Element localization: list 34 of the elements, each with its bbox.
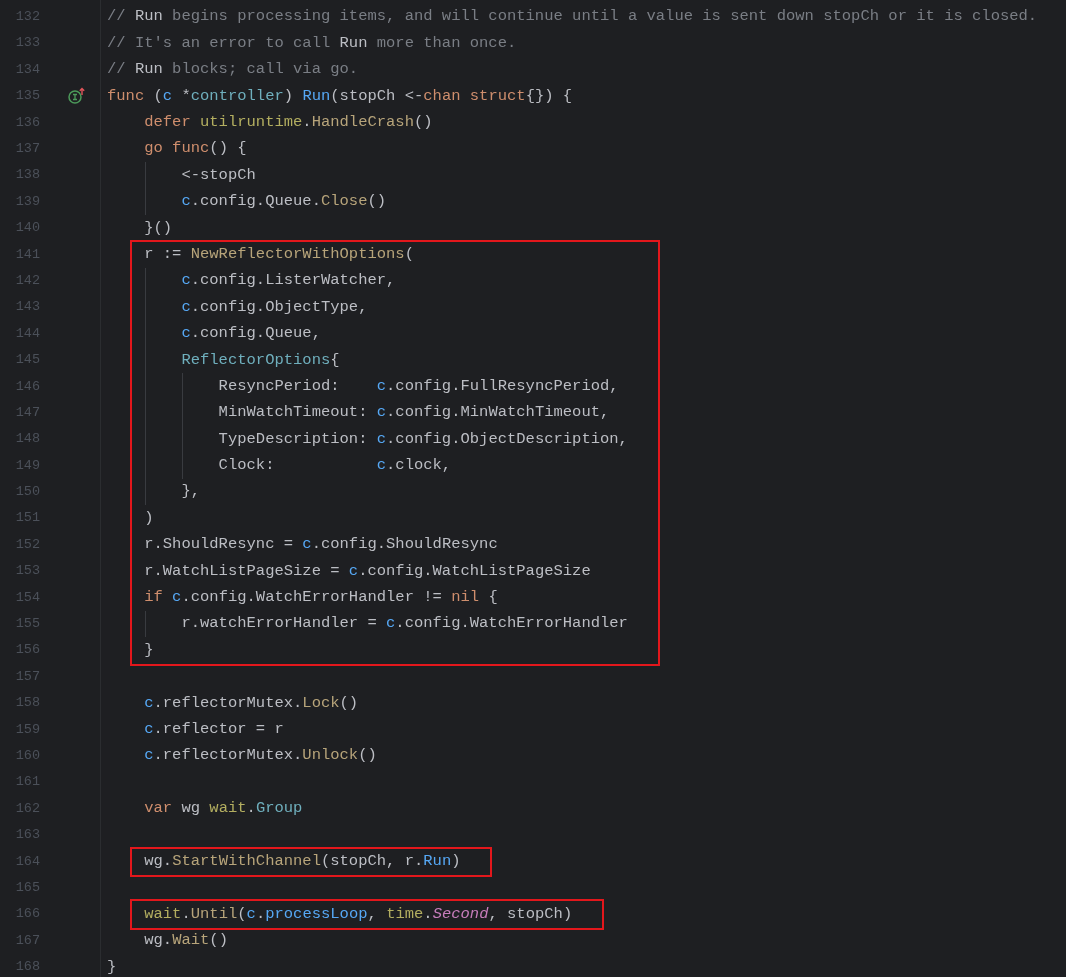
- code-line: MinWatchTimeout: c.config.MinWatchTimeout,: [217, 405, 610, 421]
- code-line: go func() {: [143, 141, 247, 157]
- code-line: ReflectorOptions{: [180, 352, 340, 368]
- code-line: ResyncPeriod: c.config.FullResyncPeriod,: [217, 378, 619, 395]
- code-line: TypeDescription: c.config.ObjectDescription,: [217, 431, 628, 448]
- code-line: c.reflector = r: [143, 722, 284, 738]
- code-line: defer utilruntime.HandleCrash(): [143, 115, 433, 131]
- code-line: }(): [143, 220, 173, 237]
- code-line: // Run begins processing items, and will continue until a value is sent down stopCh or it is closed.: [107, 9, 1038, 25]
- code-line: c.reflectorMutex.Lock(): [143, 695, 359, 712]
- code-line: <-stopCh: [180, 167, 256, 184]
- code-line: r.watchErrorHandler = c.config.WatchErrorHandler: [180, 616, 628, 632]
- code-line: c.reflectorMutex.Unlock(): [143, 748, 377, 764]
- code-line: if c.config.WatchErrorHandler != nil {: [143, 590, 498, 606]
- code-line: r.ShouldResync = c.config.ShouldResync: [143, 537, 498, 553]
- code-line: c.config.ListerWatcher,: [180, 273, 396, 289]
- code-line: Clock: c.clock,: [217, 458, 452, 474]
- code-line: wg.StartWithChannel(stopCh, r.Run): [143, 853, 461, 870]
- code-line: c.config.Queue.Close(): [180, 194, 387, 210]
- code-line: }: [107, 959, 117, 975]
- code-line: c.config.ObjectType,: [180, 299, 368, 316]
- code-line: r := NewReflectorWithOptions(: [143, 246, 414, 263]
- code-line: func (c *controller) Run(stopCh <-chan struct{}) {: [107, 88, 573, 105]
- code-line: // It's an error to call Run more than once.: [107, 35, 517, 52]
- code-line: wait.Until(c.processLoop, time.Second, stopCh): [143, 906, 573, 923]
- code-line: },: [180, 484, 200, 500]
- code-line: // Run blocks; call via go.: [107, 62, 359, 78]
- code-line: var wg wait.Group: [143, 801, 303, 817]
- gutter-marker-icon[interactable]: [68, 87, 86, 106]
- code-line: }: [143, 642, 154, 659]
- code-line: c.config.Queue,: [180, 326, 321, 342]
- code-line: ): [143, 510, 154, 527]
- code-line: wg.Wait(): [143, 933, 228, 949]
- code-line: r.WatchListPageSize = c.config.WatchListPageSize: [143, 563, 591, 580]
